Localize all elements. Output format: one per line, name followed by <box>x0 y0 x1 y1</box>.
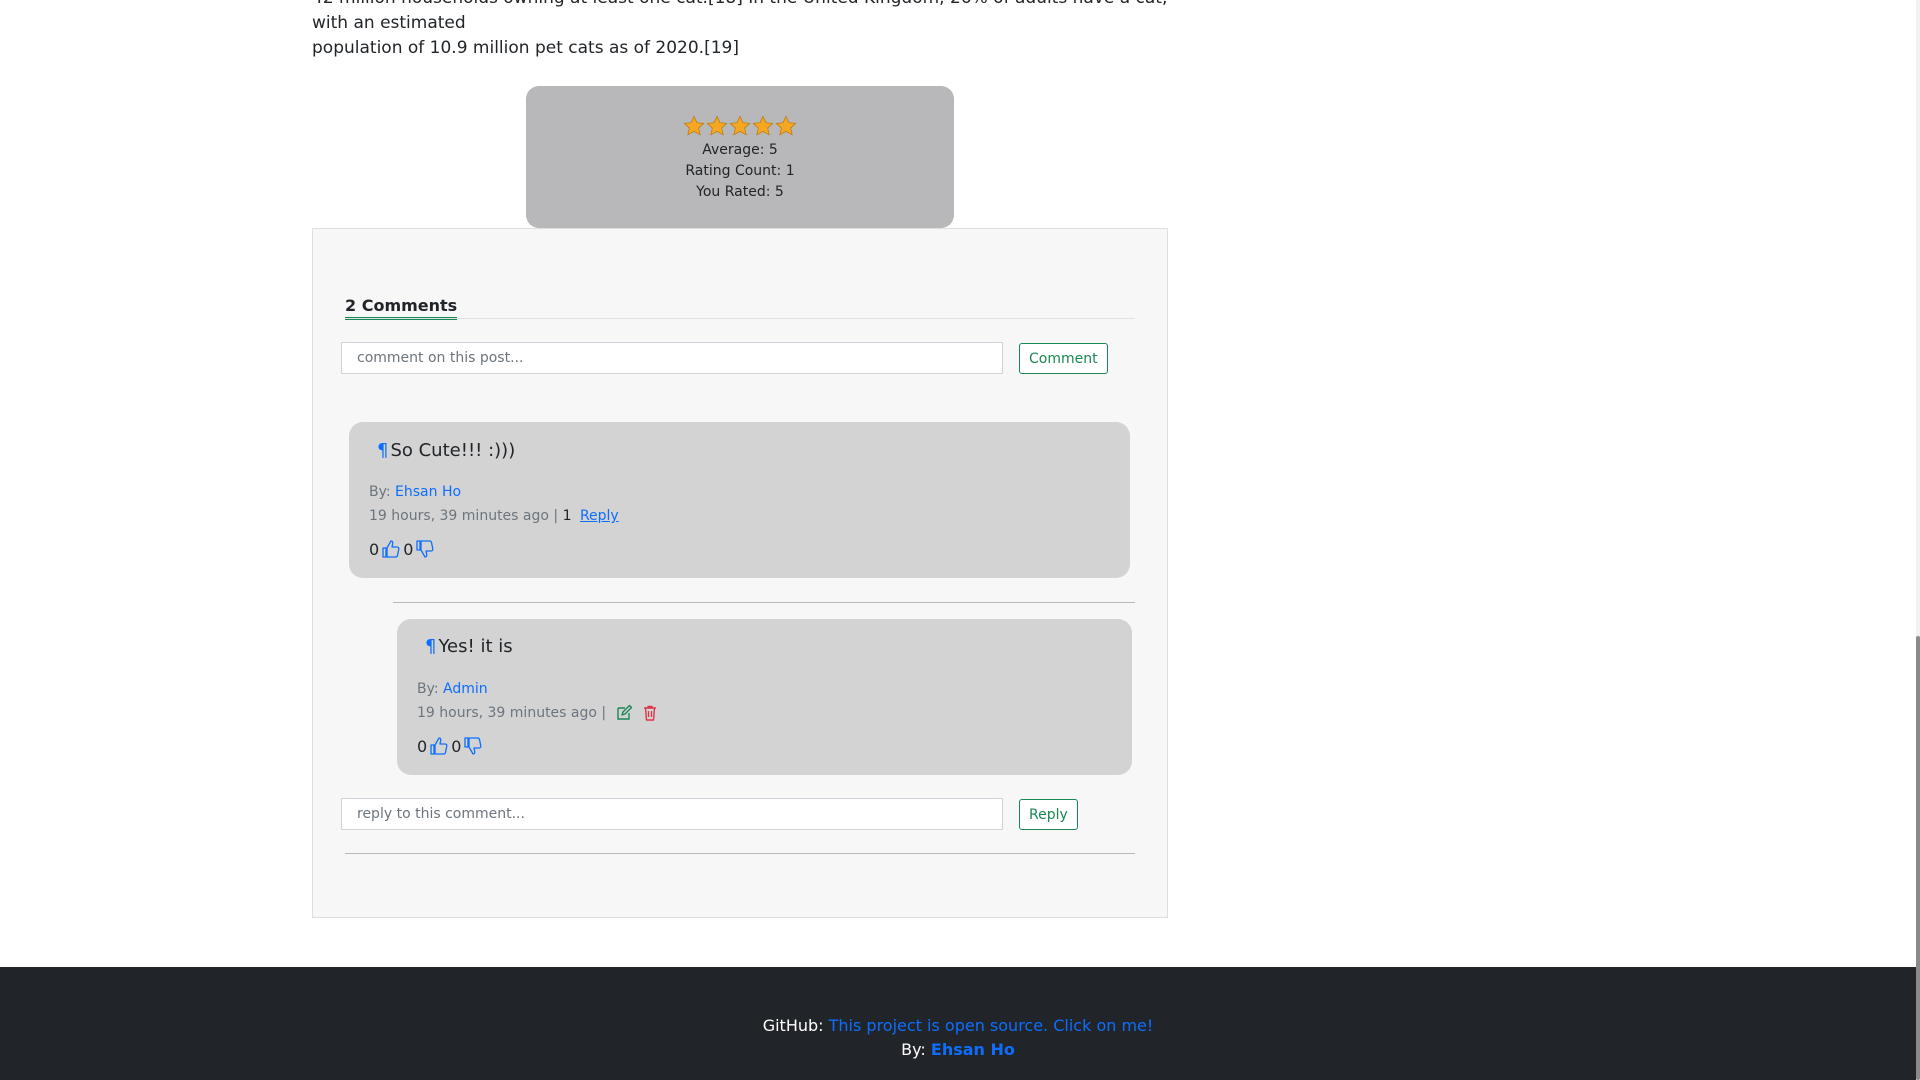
rating-count: Rating Count: 1 <box>685 163 795 179</box>
delete-icon[interactable] <box>641 704 659 722</box>
author-link[interactable]: Admin <box>443 681 488 697</box>
footer-author-link[interactable]: Ehsan Ho <box>931 1040 1015 1059</box>
reply-input[interactable] <box>341 798 1003 830</box>
edit-icon[interactable] <box>615 704 633 722</box>
pilcrow-icon: ¶ <box>425 636 437 657</box>
reply-text: ¶ Yes! it is <box>425 636 513 657</box>
thumbs-up-icon[interactable] <box>381 539 401 559</box>
comment-card: ¶ So Cute!!! :))) By: Ehsan Ho 19 hours, … <box>349 422 1130 578</box>
star-icon[interactable] <box>729 115 751 137</box>
dislike-count: 0 <box>403 539 414 559</box>
site-footer: GitHub: This project is open source. Cli… <box>0 967 1916 1080</box>
comment-meta: 19 hours, 39 minutes ago | 1 Reply <box>369 508 619 524</box>
like-count: 0 <box>417 736 428 756</box>
reply-meta: 19 hours, 39 minutes ago | <box>417 704 659 722</box>
vote-controls: 0 0 <box>417 736 485 756</box>
reply-author-line: By: Admin <box>417 681 488 697</box>
dislike-count: 0 <box>451 736 462 756</box>
comment-author-line: By: Ehsan Ho <box>369 484 462 500</box>
page-scrollbar[interactable] <box>1916 0 1920 1080</box>
reply-count: 1 <box>562 508 572 524</box>
github-link[interactable]: This project is open source. Click on me… <box>829 1016 1154 1035</box>
footer-author-line: By: Ehsan Ho <box>0 1040 1916 1059</box>
footer-github-line: GitHub: This project is open source. Cli… <box>0 1016 1916 1035</box>
like-count: 0 <box>369 539 380 559</box>
comment-timestamp: 19 hours, 39 minutes ago | <box>369 508 559 524</box>
thumbs-up-icon[interactable] <box>429 736 449 756</box>
reply-link[interactable]: Reply <box>580 508 619 524</box>
comment-input[interactable] <box>341 342 1003 374</box>
star-icon[interactable] <box>706 115 728 137</box>
star-rating[interactable] <box>526 115 954 139</box>
comments-section: 2 Comments Comment ¶So Cute!!! :))) By: … <box>312 228 1168 918</box>
article-line-2: population of 10.9 million pet cats as o… <box>312 38 739 58</box>
footer-by-label: By: <box>901 1040 926 1059</box>
reply-card: ¶ Yes! it is By: Admin 19 hours, 39 minut… <box>397 619 1132 775</box>
comment-text: ¶ So Cute!!! :))) <box>377 440 516 461</box>
github-label: GitHub: <box>762 1016 824 1035</box>
star-icon[interactable] <box>683 115 705 137</box>
reply-timestamp: 19 hours, 39 minutes ago | <box>417 705 607 721</box>
reply-thread-divider <box>393 602 1135 603</box>
rating-average: Average: 5 <box>702 142 778 158</box>
vote-controls: 0 0 <box>369 539 437 559</box>
article-line-1: 42 million households owning at least on… <box>312 0 1167 33</box>
rating-you-rated: You Rated: 5 <box>696 184 784 200</box>
thumbs-down-icon[interactable] <box>415 539 435 559</box>
rating-panel: Average: 5 Rating Count: 1 You Rated: 5 <box>526 86 954 228</box>
scrollbar-thumb[interactable] <box>1916 636 1920 1080</box>
thumbs-down-icon[interactable] <box>463 736 483 756</box>
reply-button[interactable]: Reply <box>1019 799 1078 830</box>
author-link[interactable]: Ehsan Ho <box>395 484 461 500</box>
comment-button[interactable]: Comment <box>1019 343 1108 374</box>
pilcrow-icon: ¶ <box>377 440 389 461</box>
header-divider <box>345 318 1135 319</box>
comments-count-heading: 2 Comments <box>345 296 458 320</box>
article-paragraph: 42 million households owning at least on… <box>312 0 1172 61</box>
star-icon[interactable] <box>752 115 774 137</box>
star-icon[interactable] <box>775 115 797 137</box>
bottom-divider <box>345 853 1135 854</box>
